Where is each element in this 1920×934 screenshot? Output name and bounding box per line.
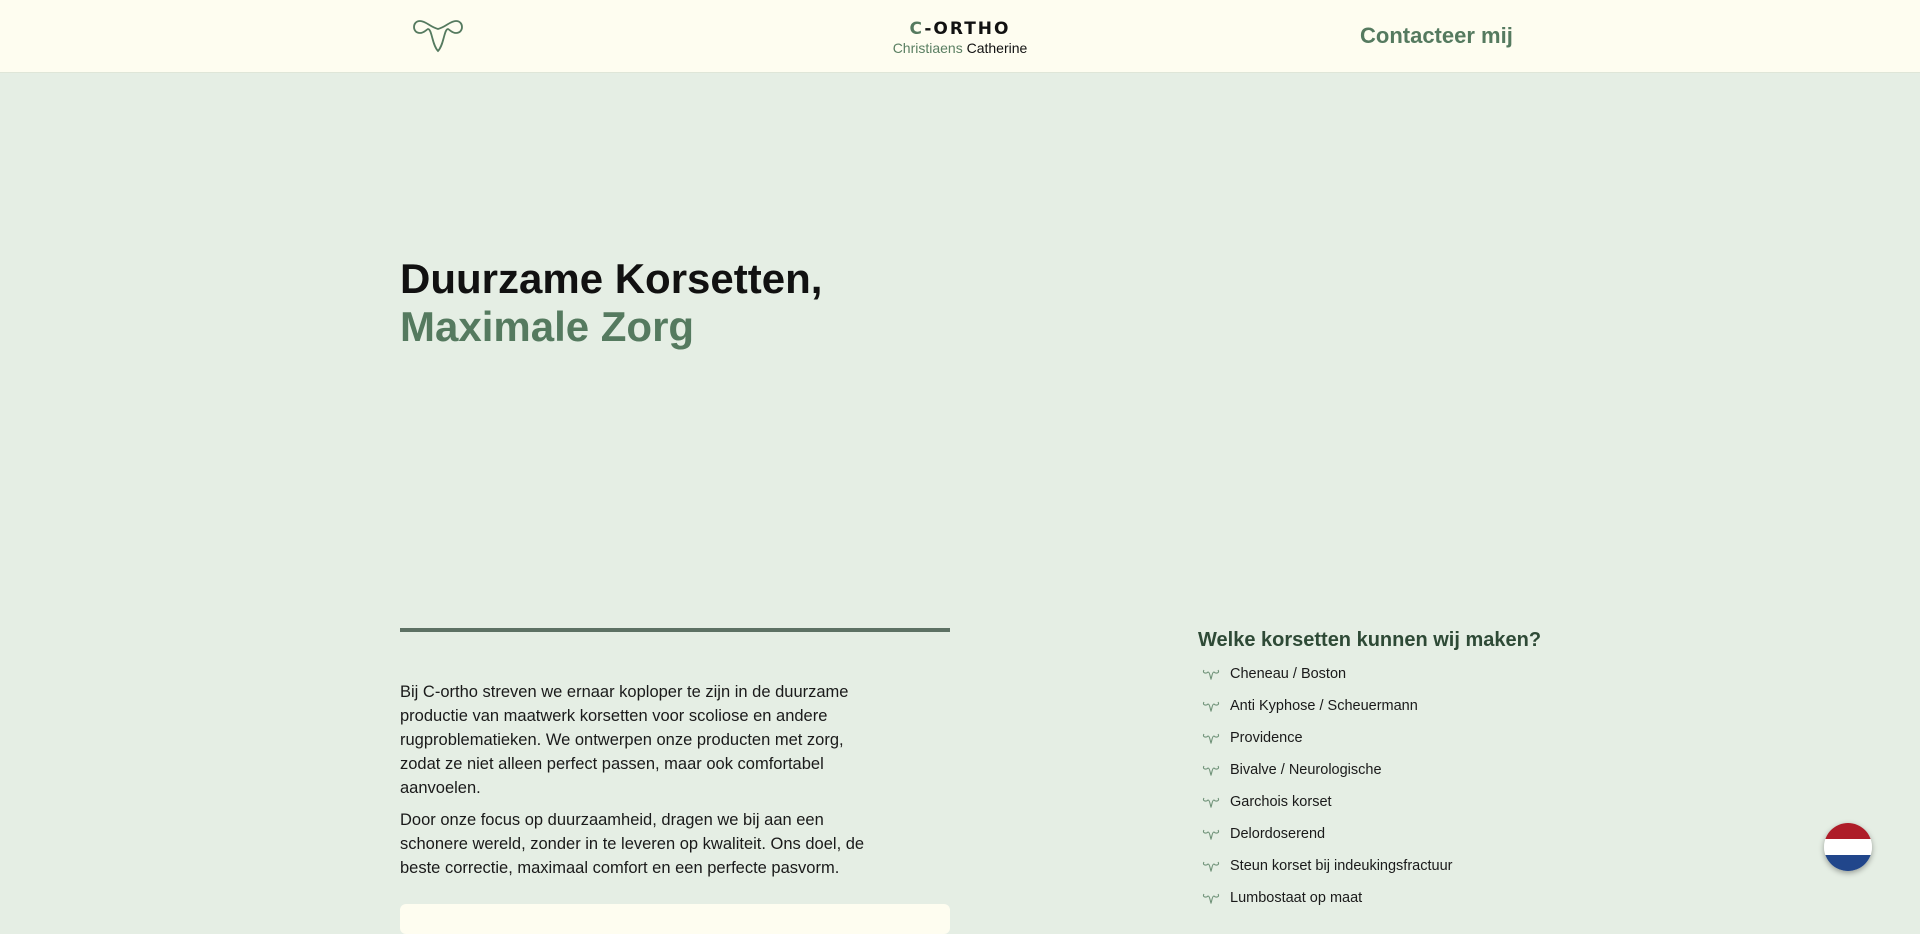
loop-bullet-icon xyxy=(1202,701,1220,712)
cortho-loop-icon[interactable] xyxy=(410,17,466,55)
site-header: C-ORTHO Christiaens Catherine Contacteer… xyxy=(0,0,1920,73)
hero-title-line1: Duurzame Korsetten, xyxy=(400,255,823,302)
intro-text: Bij C-ortho streven we ernaar koploper t… xyxy=(400,680,880,888)
brand-wordmark: C-ORTHO xyxy=(909,19,1011,39)
section-divider xyxy=(400,628,950,632)
list-item: Providence xyxy=(1198,722,1598,754)
brand-logo[interactable]: C-ORTHO Christiaens Catherine xyxy=(860,20,1060,57)
list-item-label: Bivalve / Neurologische xyxy=(1230,762,1382,778)
contact-link[interactable]: Contacteer mij xyxy=(1360,23,1513,49)
list-item-label: Cheneau / Boston xyxy=(1230,666,1347,682)
loop-bullet-icon xyxy=(1202,733,1220,744)
language-switcher[interactable] xyxy=(1824,823,1872,871)
list-item-label: Steun korset bij indeukingsfractuur xyxy=(1230,858,1453,874)
list-item: Lumbostaat op maat xyxy=(1198,882,1598,914)
content-card xyxy=(400,904,950,934)
list-item: Steun korset bij indeukingsfractuur xyxy=(1198,850,1598,882)
brand-subtitle: Christiaens Catherine xyxy=(860,39,1060,57)
list-item-label: Providence xyxy=(1230,730,1303,746)
list-item: Garchois korset xyxy=(1198,786,1598,818)
netherlands-flag-icon xyxy=(1824,823,1872,871)
list-item-label: Lumbostaat op maat xyxy=(1230,890,1363,906)
list-item-label: Anti Kyphose / Scheuermann xyxy=(1230,698,1418,714)
list-item: Cheneau / Boston xyxy=(1198,658,1598,690)
corset-types-list: Cheneau / Boston Anti Kyphose / Scheuerm… xyxy=(1198,658,1598,914)
list-item: Delordoserend xyxy=(1198,818,1598,850)
loop-bullet-icon xyxy=(1202,829,1220,840)
brand-last-name: Catherine xyxy=(966,40,1028,56)
list-item: Bivalve / Neurologische xyxy=(1198,754,1598,786)
loop-bullet-icon xyxy=(1202,861,1220,872)
loop-bullet-icon xyxy=(1202,797,1220,808)
intro-paragraph-2: Door onze focus op duurzaamheid, dragen … xyxy=(400,811,865,877)
list-item-label: Delordoserend xyxy=(1230,826,1326,842)
brand-first-name: Christiaens xyxy=(892,40,963,56)
loop-bullet-icon xyxy=(1202,893,1220,904)
loop-bullet-icon xyxy=(1202,765,1220,776)
list-item-label: Garchois korset xyxy=(1230,794,1332,810)
corset-types: Welke korsetten kunnen wij maken? Chenea… xyxy=(1198,628,1598,914)
corset-types-heading: Welke korsetten kunnen wij maken? xyxy=(1198,629,1542,651)
list-item: Anti Kyphose / Scheuermann xyxy=(1198,690,1598,722)
hero-title-line2: Maximale Zorg xyxy=(400,303,695,350)
hero-title: Duurzame Korsetten, Maximale Zorg xyxy=(400,255,822,351)
loop-bullet-icon xyxy=(1202,669,1220,680)
intro-paragraph-1: Bij C-ortho streven we ernaar koploper t… xyxy=(400,683,849,797)
